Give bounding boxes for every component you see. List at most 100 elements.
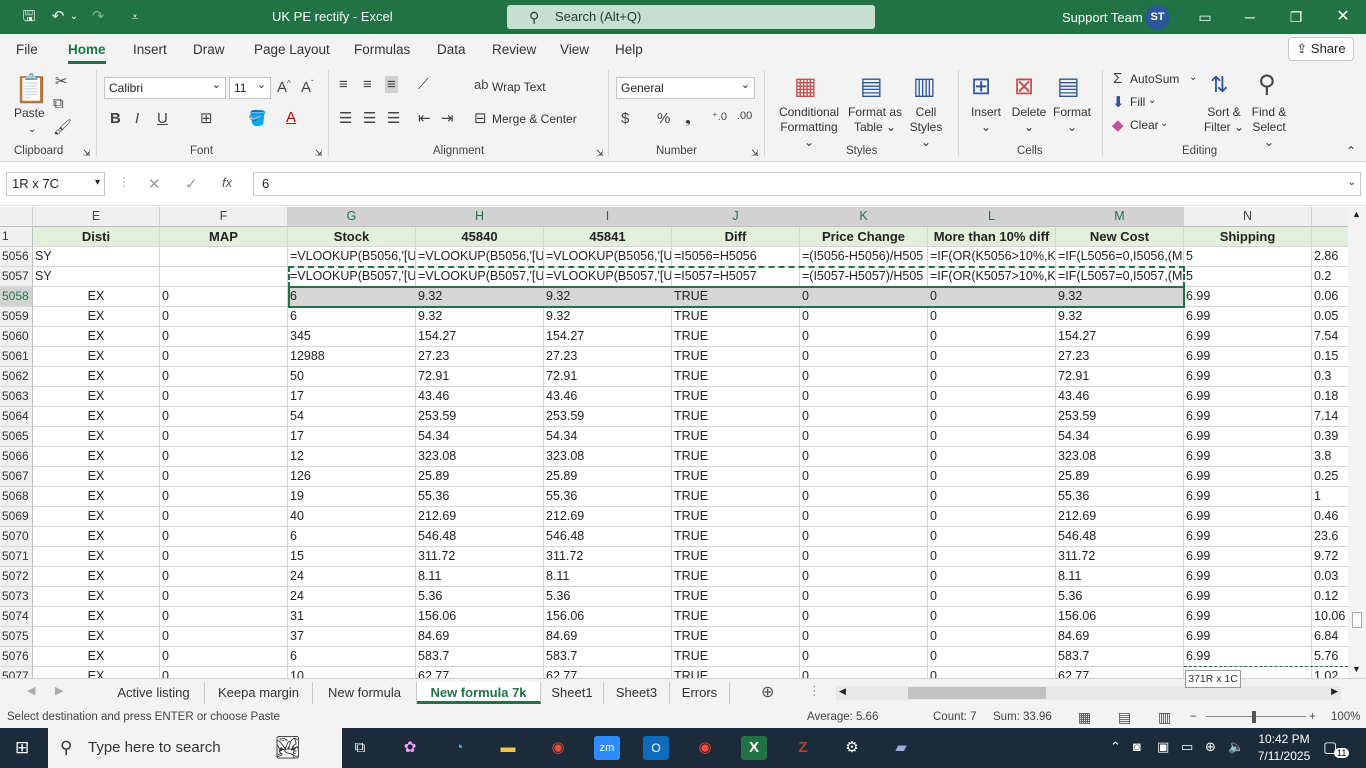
table-cell[interactable]: EX: [33, 507, 160, 527]
number-launcher-icon[interactable]: ⇲: [751, 146, 759, 161]
italic-icon[interactable]: I: [135, 110, 139, 127]
fill-dropdown-icon[interactable]: ⌄: [1148, 93, 1156, 108]
table-cell[interactable]: 253.59: [416, 407, 544, 427]
autosum-button[interactable]: AutoSum: [1130, 72, 1179, 87]
format-cells-button[interactable]: Format ⌄: [1050, 105, 1094, 135]
table-cell[interactable]: 0.12: [1312, 587, 1348, 607]
save-icon[interactable]: 🖫: [19, 7, 39, 27]
notepad-icon[interactable]: ▰: [888, 736, 914, 760]
table-cell[interactable]: 23.6: [1312, 527, 1348, 547]
tab-options-icon[interactable]: ⋮: [808, 683, 821, 699]
header-cell[interactable]: Stock: [288, 227, 416, 247]
search-box[interactable]: ⚲ Search (Alt+Q): [507, 5, 875, 29]
table-cell[interactable]: TRUE: [672, 347, 800, 367]
table-cell[interactable]: 9.32: [1056, 307, 1184, 327]
table-cell[interactable]: EX: [33, 447, 160, 467]
copy-icon[interactable]: ⧉: [53, 95, 64, 112]
table-cell[interactable]: 72.91: [544, 367, 672, 387]
header-cell[interactable]: Shipping: [1184, 227, 1312, 247]
table-cell[interactable]: 9.32: [416, 287, 544, 307]
horizontal-scrollbar[interactable]: ◀ ▶: [836, 686, 1341, 700]
row-header[interactable]: 5075: [0, 627, 33, 647]
cancel-entry-icon[interactable]: ✕: [148, 175, 161, 193]
table-cell[interactable]: 0.2: [1312, 267, 1348, 287]
table-cell[interactable]: 0: [160, 427, 288, 447]
table-cell[interactable]: 1: [1312, 487, 1348, 507]
fill-button[interactable]: Fill: [1130, 95, 1145, 110]
table-cell[interactable]: 0: [160, 587, 288, 607]
vertical-scrollbar[interactable]: ▲ ▼: [1348, 207, 1366, 678]
row-header[interactable]: 1: [0, 227, 33, 247]
tab-sheet3[interactable]: Sheet3: [604, 682, 670, 704]
network-icon[interactable]: ⊕: [1205, 739, 1216, 755]
table-cell[interactable]: TRUE: [672, 367, 800, 387]
table-cell[interactable]: 6: [288, 287, 416, 307]
table-cell[interactable]: EX: [33, 347, 160, 367]
scroll-right-icon[interactable]: ▶: [1331, 686, 1338, 697]
presentation-icon[interactable]: ▣: [1157, 739, 1169, 755]
filezilla-icon[interactable]: Z: [790, 736, 816, 760]
table-cell[interactable]: 84.69: [416, 627, 544, 647]
table-cell[interactable]: 0: [800, 647, 928, 667]
table-cell[interactable]: 6.99: [1184, 647, 1312, 667]
table-cell[interactable]: 54.34: [544, 427, 672, 447]
table-cell[interactable]: 8.11: [416, 567, 544, 587]
table-cell[interactable]: 27.23: [416, 347, 544, 367]
font-name-dropdown[interactable]: Calibri: [104, 75, 226, 99]
cut-icon[interactable]: ✂: [55, 72, 68, 90]
table-cell[interactable]: 8.11: [1056, 567, 1184, 587]
table-cell[interactable]: =I5056=H5056: [672, 247, 800, 267]
table-cell[interactable]: 6.99: [1184, 487, 1312, 507]
merge-center-button[interactable]: Merge & Center: [492, 112, 577, 127]
table-cell[interactable]: 0: [160, 527, 288, 547]
table-cell[interactable]: 0.05: [1312, 307, 1348, 327]
table-cell[interactable]: 0: [800, 407, 928, 427]
comma-icon[interactable]: ❟: [685, 110, 691, 127]
table-cell[interactable]: 15: [288, 547, 416, 567]
header-cell[interactable]: MAP: [160, 227, 288, 247]
volume-icon[interactable]: 🔈: [1228, 739, 1244, 755]
table-cell[interactable]: 0: [160, 467, 288, 487]
taskbar-search[interactable]: ⚲ Type here to search 🏞: [48, 728, 342, 768]
align-right-icon[interactable]: ☰: [387, 109, 400, 127]
table-cell[interactable]: 0: [800, 627, 928, 647]
table-cell[interactable]: 253.59: [1056, 407, 1184, 427]
table-cell[interactable]: 31: [288, 607, 416, 627]
clock-date[interactable]: 7/11/2025: [1256, 749, 1312, 763]
table-cell[interactable]: 9.32: [1056, 287, 1184, 307]
table-cell[interactable]: 6.99: [1184, 367, 1312, 387]
table-cell[interactable]: 37: [288, 627, 416, 647]
zoom-slider[interactable]: [1206, 716, 1306, 717]
format-painter-icon[interactable]: 🖌: [53, 118, 72, 136]
table-cell[interactable]: TRUE: [672, 427, 800, 447]
table-cell[interactable]: 0: [928, 347, 1056, 367]
table-cell[interactable]: 156.06: [416, 607, 544, 627]
menu-draw[interactable]: Draw: [193, 42, 225, 57]
table-cell[interactable]: 0.06: [1312, 287, 1348, 307]
table-cell[interactable]: 0: [800, 347, 928, 367]
menu-formulas[interactable]: Formulas: [354, 42, 410, 57]
table-cell[interactable]: 54: [288, 407, 416, 427]
table-cell[interactable]: 12988: [288, 347, 416, 367]
table-cell[interactable]: 546.48: [1056, 527, 1184, 547]
table-cell[interactable]: 0.25: [1312, 467, 1348, 487]
table-cell[interactable]: 5.36: [544, 587, 672, 607]
table-cell[interactable]: 6.99: [1184, 287, 1312, 307]
percent-icon[interactable]: %: [657, 110, 670, 127]
row-header[interactable]: 5067: [0, 467, 33, 487]
battery-icon[interactable]: ▭: [1181, 739, 1193, 755]
close-icon[interactable]: ✕: [1320, 0, 1366, 34]
scroll-up-icon[interactable]: ▲: [1352, 209, 1361, 219]
table-cell[interactable]: 0: [800, 467, 928, 487]
header-cell[interactable]: Diff: [672, 227, 800, 247]
table-cell[interactable]: 55.36: [1056, 487, 1184, 507]
table-cell[interactable]: 0: [160, 287, 288, 307]
table-cell[interactable]: 6.99: [1184, 507, 1312, 527]
customize-toolbar-icon[interactable]: ⩡: [125, 7, 145, 27]
table-cell[interactable]: 0: [800, 527, 928, 547]
alignment-launcher-icon[interactable]: ⇲: [596, 146, 604, 161]
table-cell[interactable]: 0: [928, 607, 1056, 627]
column-header-i[interactable]: I: [544, 207, 672, 227]
table-cell[interactable]: 0: [928, 407, 1056, 427]
zoom-out-icon[interactable]: −: [1190, 706, 1197, 728]
